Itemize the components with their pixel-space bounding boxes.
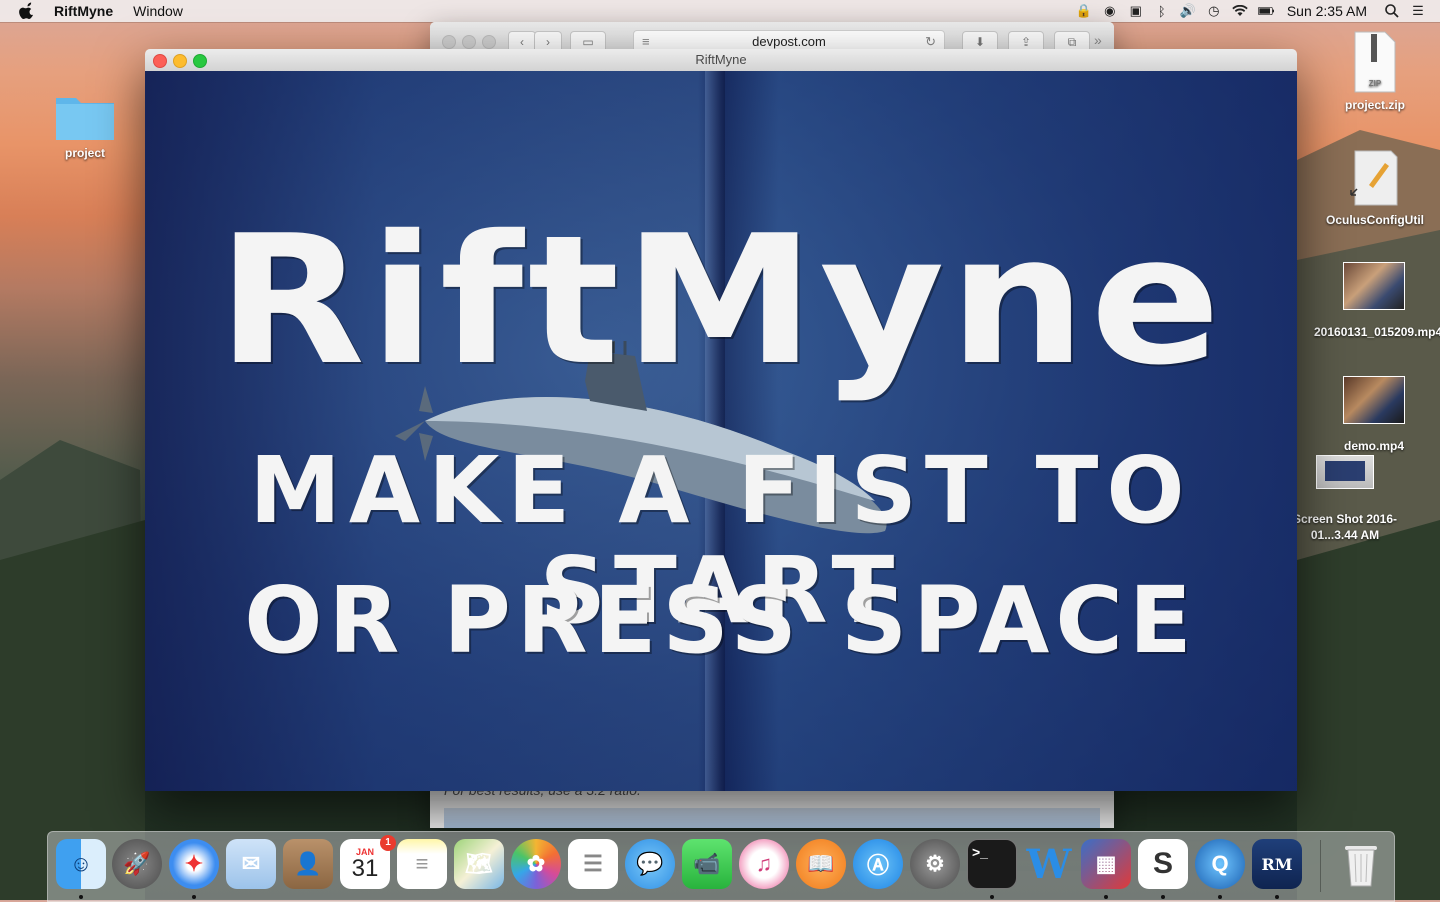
close-button[interactable] [442,35,456,49]
running-indicator [192,895,196,899]
notification-center-icon[interactable]: ☰ [1410,3,1426,19]
start-instruction-line2: or Press Space [244,567,1198,674]
desktop-icon-label: Screen Shot 2016-01...3.44 AM [1292,512,1398,542]
app-name-menu[interactable]: RiftMyne [54,3,113,19]
dock: ☺ 🚀 ✦ ✉ 👤 JAN 31 1 ≡ 🗺 ✿ ☰ 💬 📹 ♫ 📖 Ⓐ ⚙ >… [47,831,1395,902]
calendar-day: 31 [351,855,379,882]
time-machine-icon[interactable]: ◷ [1206,3,1222,19]
window-titlebar: RiftMyne [145,49,1297,72]
launchpad-icon[interactable]: 🚀 [112,839,162,889]
overflow-chevron-icon[interactable]: » [1094,32,1102,48]
desktop-icon-demo-mp4[interactable]: demo.mp4 [1314,376,1434,454]
desktop-icon-label: project [64,146,105,160]
volume-icon[interactable]: 🔊 [1180,3,1196,19]
calendar-badge: 1 [380,835,396,851]
finder-icon[interactable]: ☺ [56,839,106,889]
dock-separator [1320,840,1321,892]
virtualbox-icon[interactable]: ▦ [1081,839,1131,889]
running-indicator [1275,895,1279,899]
facetime-icon[interactable]: 📹 [682,839,732,889]
contacts-icon[interactable]: 👤 [283,839,333,889]
maps-icon[interactable]: 🗺 [454,839,504,889]
running-indicator [79,895,83,899]
zoom-button[interactable] [482,35,496,49]
game-scene[interactable]: RiftMyne Make a fist to start or Press S… [145,71,1297,791]
running-indicator [990,895,994,899]
screenshot-thumbnail-icon [1316,455,1374,489]
minimize-button[interactable] [462,35,476,49]
lock-icon[interactable]: 🔒 [1076,3,1092,19]
safari-icon[interactable]: ✦ [169,839,219,889]
quicktime-icon[interactable]: Q [1195,839,1245,889]
ibooks-icon[interactable]: 📖 [796,839,846,889]
slack-icon[interactable]: S [1138,839,1188,889]
messages-icon[interactable]: 💬 [625,839,675,889]
svg-text:ZIP: ZIP [1369,79,1382,88]
trash-icon[interactable] [1336,839,1386,889]
riftmyne-icon[interactable]: RM [1252,839,1302,889]
url-text: devpost.com [752,34,826,49]
terminal-icon[interactable]: >_ [967,839,1017,889]
notes-icon[interactable]: ≡ [397,839,447,889]
wifi-icon[interactable] [1232,3,1248,19]
itunes-icon[interactable]: ♫ [739,839,789,889]
menu-bar: RiftMyne Window 🔒 ◉ ▣ ᛒ 🔊 ◷ Sun 2:35 AM … [0,0,1440,22]
gamepad-icon[interactable]: ▣ [1128,3,1144,19]
menu-window[interactable]: Window [133,3,183,19]
calendar-icon[interactable]: JAN 31 1 [340,835,396,889]
desktop-icon-screenshot[interactable]: Screen Shot 2016-01...3.44 AM [1290,455,1400,543]
game-title: RiftMyne [217,197,1225,404]
desktop-icon-label: demo.mp4 [1343,439,1404,453]
word-icon[interactable]: W [1024,839,1074,889]
video-thumbnail-icon [1343,262,1405,310]
running-indicator [1218,895,1222,899]
video-thumbnail-icon [1343,376,1405,424]
zip-file-icon: ZIP [1354,31,1396,93]
reminders-icon[interactable]: ☰ [568,839,618,889]
desktop-icon-label: project.zip [1344,98,1405,112]
page-image-area [444,808,1100,828]
riftmyne-window[interactable]: RiftMyne RiftMyne Make a fist to start o… [145,49,1297,791]
user-status-icon[interactable]: ◉ [1102,3,1118,19]
app-alias-icon [1350,150,1398,206]
desktop-icon-project[interactable]: project [45,90,125,161]
apple-menu-icon[interactable] [18,2,36,20]
photos-icon[interactable]: ✿ [511,839,561,889]
battery-icon[interactable] [1257,3,1274,19]
desktop-icon-label: 20160131_015209.mp4 [1314,325,1440,339]
spotlight-search-icon[interactable] [1384,3,1400,19]
desktop-icon-project-zip[interactable]: ZIP project.zip [1330,30,1420,113]
menubar-clock[interactable]: Sun 2:35 AM [1287,3,1367,19]
folder-icon [56,98,114,140]
bluetooth-icon[interactable]: ᛒ [1154,3,1170,19]
desktop-icon-label: OculusConfigUtil [1326,213,1424,227]
desktop-icon-oculusconfigutil[interactable]: OculusConfigUtil [1315,145,1435,228]
running-indicator [1104,895,1108,899]
system-preferences-icon[interactable]: ⚙ [910,839,960,889]
app-store-icon[interactable]: Ⓐ [853,839,903,889]
running-indicator [1161,895,1165,899]
mail-icon[interactable]: ✉ [226,839,276,889]
window-title: RiftMyne [695,52,747,67]
desktop-icon-20160131-video[interactable]: 20160131_015209.mp4 [1314,262,1440,340]
